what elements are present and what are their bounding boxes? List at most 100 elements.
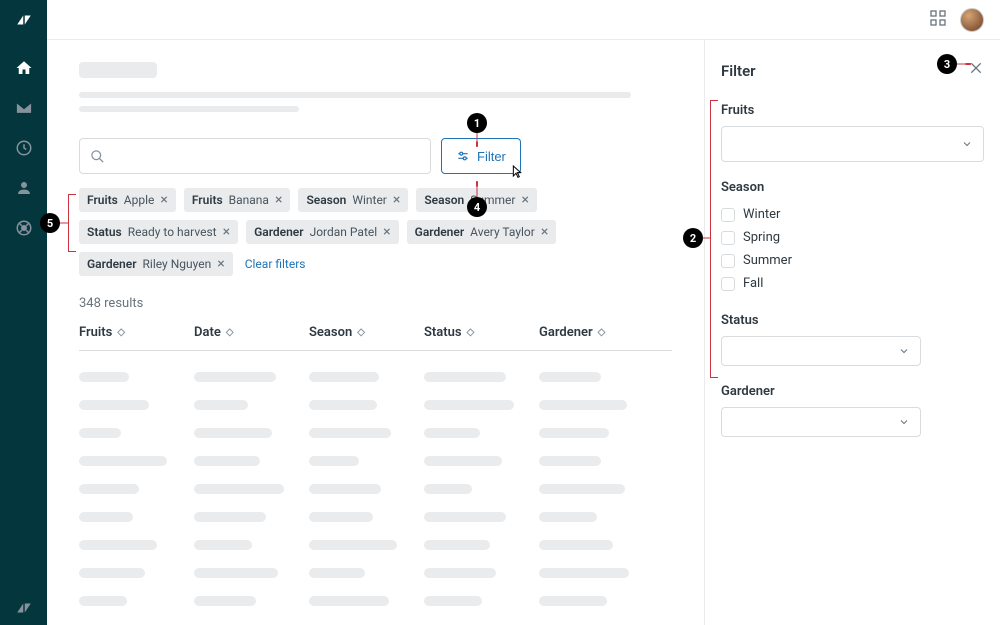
sort-icon: ◇ bbox=[226, 327, 234, 338]
cell-skeleton bbox=[194, 484, 284, 494]
tag-category: Season bbox=[424, 193, 464, 207]
cell-skeleton bbox=[194, 456, 260, 466]
checkbox[interactable] bbox=[721, 277, 735, 291]
checkbox[interactable] bbox=[721, 254, 735, 268]
table-row bbox=[79, 447, 672, 475]
cell-skeleton bbox=[539, 484, 625, 494]
cell-skeleton bbox=[79, 568, 145, 578]
season-option[interactable]: Winter bbox=[721, 203, 984, 226]
cell-skeleton bbox=[539, 512, 597, 522]
cell-skeleton bbox=[194, 512, 266, 522]
filter-tag: Gardener Jordan Patel × bbox=[246, 220, 399, 244]
sidebar-help[interactable] bbox=[0, 208, 47, 248]
filter-tag: Gardener Avery Taylor × bbox=[407, 220, 557, 244]
tag-value: Riley Nguyen bbox=[143, 257, 212, 271]
tag-remove[interactable]: × bbox=[521, 193, 528, 207]
cell-skeleton bbox=[309, 540, 397, 550]
search-input[interactable] bbox=[79, 138, 431, 174]
checkbox[interactable] bbox=[721, 208, 735, 222]
cell-skeleton bbox=[194, 428, 272, 438]
cell-skeleton bbox=[194, 400, 248, 410]
tag-value: Winter bbox=[352, 193, 387, 207]
sidebar-clock[interactable] bbox=[0, 128, 47, 168]
cell-skeleton bbox=[309, 428, 391, 438]
tag-remove[interactable]: × bbox=[217, 257, 224, 271]
col-status[interactable]: Status◇ bbox=[424, 325, 539, 340]
sidebar-zendesk-icon[interactable] bbox=[0, 599, 47, 617]
chevron-down-icon bbox=[961, 138, 973, 150]
sort-icon: ◇ bbox=[467, 327, 475, 338]
tag-category: Gardener bbox=[87, 257, 137, 271]
filter-tag: Fruits Banana × bbox=[184, 188, 291, 212]
panel-title: Filter bbox=[721, 62, 756, 80]
checkbox[interactable] bbox=[721, 231, 735, 245]
cell-skeleton bbox=[79, 596, 127, 606]
fruits-select[interactable] bbox=[721, 126, 984, 162]
filter-button[interactable]: Filter bbox=[441, 138, 521, 174]
cell-skeleton bbox=[79, 540, 157, 550]
app-logo[interactable] bbox=[0, 0, 47, 40]
cell-skeleton bbox=[424, 372, 506, 382]
filter-button-label: Filter bbox=[477, 149, 506, 164]
checkbox-label: Summer bbox=[743, 253, 792, 268]
tag-remove[interactable]: × bbox=[223, 225, 230, 239]
tag-category: Gardener bbox=[254, 225, 304, 239]
fruits-label: Fruits bbox=[721, 103, 984, 118]
status-label: Status bbox=[721, 313, 984, 328]
gardener-select[interactable] bbox=[721, 407, 921, 437]
cell-skeleton bbox=[79, 512, 133, 522]
sidebar-user[interactable] bbox=[0, 168, 47, 208]
col-fruits[interactable]: Fruits◇ bbox=[79, 325, 194, 340]
avatar[interactable] bbox=[960, 8, 984, 32]
col-season[interactable]: Season◇ bbox=[309, 325, 424, 340]
tag-category: Gardener bbox=[415, 225, 465, 239]
checkbox-label: Fall bbox=[743, 276, 763, 291]
table-body bbox=[79, 363, 672, 615]
status-select[interactable] bbox=[721, 336, 921, 366]
season-option[interactable]: Spring bbox=[721, 226, 984, 249]
tag-value: Avery Taylor bbox=[470, 225, 535, 239]
col-gardener[interactable]: Gardener◇ bbox=[539, 325, 654, 340]
annotation-4: 4 bbox=[467, 197, 487, 217]
table-row bbox=[79, 559, 672, 587]
season-option[interactable]: Summer bbox=[721, 249, 984, 272]
sliders-icon bbox=[456, 149, 470, 163]
tag-category: Fruits bbox=[192, 193, 223, 207]
page-subtitle-skeleton-2 bbox=[79, 106, 299, 112]
tag-remove[interactable]: × bbox=[383, 225, 390, 239]
annotation-1: 1 bbox=[467, 113, 487, 133]
search-icon bbox=[90, 149, 105, 164]
tag-value: Ready to harvest bbox=[128, 225, 217, 239]
annotation-2: 2 bbox=[683, 228, 703, 248]
sidebar-home[interactable] bbox=[0, 48, 47, 88]
annotation-2-bracket bbox=[710, 100, 711, 378]
sort-icon: ◇ bbox=[598, 327, 606, 338]
tag-remove[interactable]: × bbox=[541, 225, 548, 239]
chevron-down-icon bbox=[898, 345, 910, 357]
season-option[interactable]: Fall bbox=[721, 272, 984, 295]
tag-category: Season bbox=[306, 193, 346, 207]
cell-skeleton bbox=[309, 400, 377, 410]
table-row bbox=[79, 531, 672, 559]
tag-remove[interactable]: × bbox=[393, 193, 400, 207]
col-date[interactable]: Date◇ bbox=[194, 325, 309, 340]
tag-category: Fruits bbox=[87, 193, 118, 207]
table-row bbox=[79, 475, 672, 503]
page-subtitle-skeleton bbox=[79, 92, 631, 98]
cell-skeleton bbox=[539, 400, 627, 410]
checkbox-label: Winter bbox=[743, 207, 780, 222]
annotation-5-bracket bbox=[68, 194, 69, 252]
table-row bbox=[79, 419, 672, 447]
apps-grid-icon[interactable] bbox=[930, 10, 946, 30]
cell-skeleton bbox=[309, 372, 379, 382]
tag-remove[interactable]: × bbox=[275, 193, 282, 207]
clear-filters[interactable]: Clear filters bbox=[241, 252, 310, 276]
sidebar-mail[interactable] bbox=[0, 88, 47, 128]
cell-skeleton bbox=[424, 428, 480, 438]
table-row bbox=[79, 503, 672, 531]
cell-skeleton bbox=[424, 456, 502, 466]
sort-icon: ◇ bbox=[117, 327, 125, 338]
tag-remove[interactable]: × bbox=[160, 193, 167, 207]
page-title-skeleton bbox=[79, 62, 157, 78]
tag-value: Banana bbox=[229, 193, 269, 207]
